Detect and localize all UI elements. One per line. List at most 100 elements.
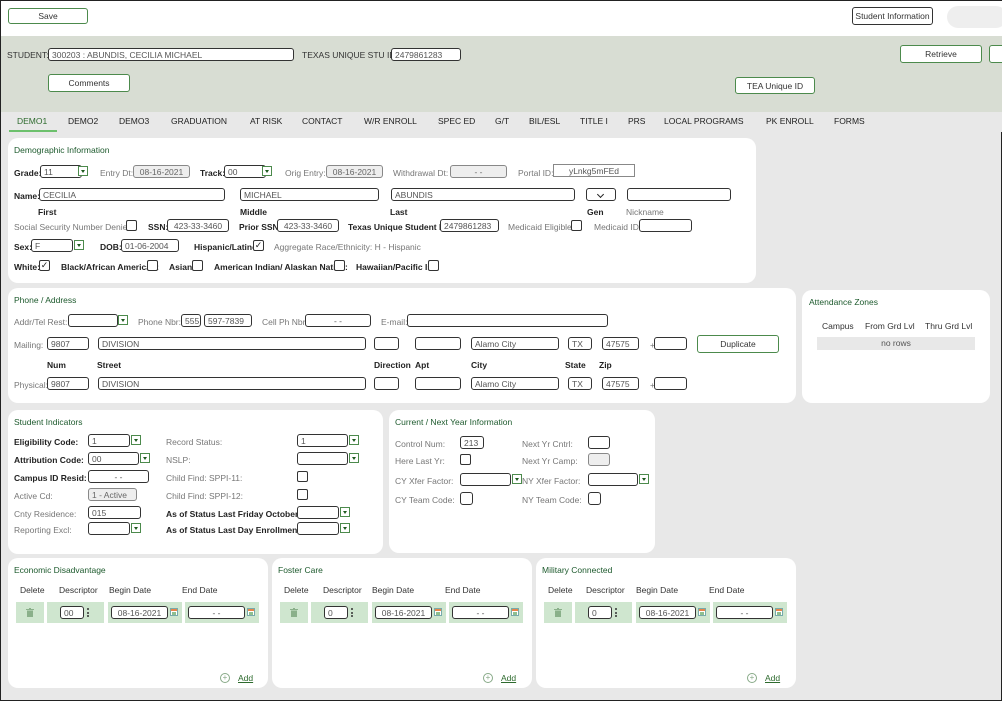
middle-name-field[interactable]: MICHAEL (240, 188, 379, 201)
trash-icon[interactable] (26, 608, 34, 617)
tab-local-programs[interactable]: LOCAL PROGRAMS (664, 116, 744, 126)
last-name-field[interactable]: ABUNDIS (391, 188, 575, 201)
here-last-yr-checkbox[interactable] (460, 454, 471, 465)
save-button[interactable]: Save (8, 8, 88, 24)
ny-team-field[interactable] (588, 492, 601, 505)
student-field[interactable]: 300203 : ABUNDIS, CECILIA MICHAEL (48, 48, 294, 61)
nickname-field[interactable] (627, 188, 731, 201)
sex-dropdown-icon[interactable] (74, 240, 84, 250)
begin-date-field[interactable]: 08-16-2021 (639, 606, 696, 619)
tab-demo3[interactable]: DEMO3 (119, 116, 149, 126)
hispanic-checkbox[interactable]: ✓ (253, 240, 264, 251)
physical-apt-field[interactable] (415, 377, 461, 390)
begin-date-field[interactable]: 08-16-2021 (375, 606, 432, 619)
calendar-icon[interactable] (775, 608, 783, 616)
sppi11-checkbox[interactable] (297, 471, 308, 482)
asian-checkbox[interactable] (192, 260, 203, 271)
record-status-field[interactable]: 1 (297, 434, 348, 447)
ny-xfer-field[interactable] (588, 473, 638, 486)
more-options-icon[interactable] (615, 608, 617, 617)
gen-select[interactable] (586, 188, 616, 201)
descriptor-field[interactable]: 00 (60, 606, 84, 619)
calendar-icon[interactable] (698, 608, 706, 616)
mailing-city-field[interactable]: Alamo City (471, 337, 559, 350)
descriptor-field[interactable]: 0 (324, 606, 348, 619)
end-date-field[interactable]: - - (716, 606, 773, 619)
tea-unique-id-button[interactable]: TEA Unique ID (735, 77, 815, 94)
tab-bil-esl[interactable]: BIL/ESL (529, 116, 560, 126)
asof-october-field[interactable] (297, 506, 339, 519)
tab-at-risk[interactable]: AT RISK (250, 116, 282, 126)
physical-street-field[interactable]: DIVISION (98, 377, 366, 390)
mailing-num-field[interactable]: 9807 (47, 337, 89, 350)
portal-id-field[interactable]: yLnkg5mFEd (553, 164, 635, 177)
nslp-dropdown-icon[interactable] (349, 453, 359, 463)
eligibility-dropdown-icon[interactable] (131, 435, 141, 445)
student-information-button[interactable]: Student Information (852, 7, 933, 25)
tab-title-i[interactable]: TITLE I (580, 116, 608, 126)
mailing-zip4-field[interactable] (654, 337, 687, 350)
ssn-field[interactable]: 423-33-3460 (167, 219, 229, 232)
tab-gt[interactable]: G/T (495, 116, 509, 126)
tab-contact[interactable]: CONTACT (302, 116, 342, 126)
trash-icon[interactable] (554, 608, 562, 617)
cy-team-field[interactable] (460, 492, 473, 505)
dob-field[interactable]: 01-06-2004 (121, 239, 179, 252)
cnty-residence-field[interactable]: 015 (88, 506, 141, 519)
addr-rest-field[interactable] (68, 314, 118, 327)
attribution-field[interactable]: 00 (88, 452, 139, 465)
end-date-field[interactable]: - - (188, 606, 245, 619)
physical-city-field[interactable]: Alamo City (471, 377, 559, 390)
ny-cntrl-field[interactable] (588, 436, 610, 449)
asof-last-day-field[interactable] (297, 522, 339, 535)
first-name-field[interactable]: CECILIA (39, 188, 225, 201)
cy-xfer-field[interactable] (460, 473, 511, 486)
nslp-field[interactable] (297, 452, 348, 465)
sppi12-checkbox[interactable] (297, 489, 308, 500)
prior-ssn-field[interactable]: 423-33-3460 (277, 219, 339, 232)
track-dropdown-icon[interactable] (262, 166, 272, 176)
trash-icon[interactable] (290, 608, 298, 617)
add-link[interactable]: Add (765, 673, 780, 683)
tab-demo2[interactable]: DEMO2 (68, 116, 98, 126)
medicaid-id-field[interactable] (639, 219, 692, 232)
comments-button[interactable]: Comments (48, 74, 130, 92)
physical-num-field[interactable]: 9807 (47, 377, 89, 390)
eligibility-field[interactable]: 1 (88, 434, 130, 447)
calendar-icon[interactable] (434, 608, 442, 616)
tab-demo1[interactable]: DEMO1 (17, 116, 47, 126)
more-button[interactable] (989, 45, 1002, 63)
add-link[interactable]: Add (501, 673, 516, 683)
area-code-field[interactable]: 555 (181, 314, 201, 327)
tsid-field[interactable]: 2479861283 (440, 219, 499, 232)
physical-direction-field[interactable] (374, 377, 399, 390)
hawaiian-checkbox[interactable] (428, 260, 439, 271)
calendar-icon[interactable] (170, 608, 178, 616)
mailing-zip-field[interactable]: 47575 (602, 337, 639, 350)
addr-rest-dropdown-icon[interactable] (118, 315, 128, 325)
phone-field[interactable]: 597-7839 (204, 314, 252, 327)
mailing-state-field[interactable]: TX (568, 337, 592, 350)
tab-pk-enroll[interactable]: PK ENROLL (766, 116, 814, 126)
descriptor-field[interactable]: 0 (588, 606, 612, 619)
tab-graduation[interactable]: GRADUATION (171, 116, 227, 126)
mailing-street-field[interactable]: DIVISION (98, 337, 366, 350)
calendar-icon[interactable] (511, 608, 519, 616)
cy-xfer-dropdown-icon[interactable] (512, 474, 522, 484)
more-options-icon[interactable] (351, 608, 353, 617)
physical-zip4-field[interactable] (654, 377, 687, 390)
more-options-icon[interactable] (87, 608, 89, 617)
tx-uid-field[interactable]: 2479861283 (391, 48, 461, 61)
add-icon[interactable]: + (483, 673, 493, 683)
campus-resid-field[interactable]: - - (88, 470, 149, 483)
asof-last-day-dropdown-icon[interactable] (340, 523, 350, 533)
attribution-dropdown-icon[interactable] (140, 453, 150, 463)
physical-zip-field[interactable]: 47575 (602, 377, 639, 390)
grade-field[interactable]: 11 (40, 165, 82, 178)
amind-checkbox[interactable] (334, 260, 345, 271)
retrieve-button[interactable]: Retrieve (900, 45, 982, 63)
calendar-icon[interactable] (247, 608, 255, 616)
cell-field[interactable]: - - (305, 314, 371, 327)
add-link[interactable]: Add (238, 673, 253, 683)
white-checkbox[interactable]: ✓ (39, 260, 50, 271)
